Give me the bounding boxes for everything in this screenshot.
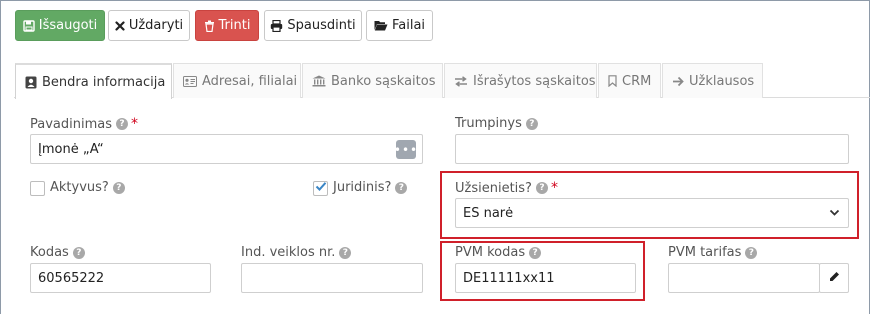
- arrow-right-icon: [672, 76, 684, 87]
- exchange-icon: [454, 75, 468, 87]
- close-button-label: Uždaryti: [128, 18, 184, 33]
- floppy-disk-icon: [23, 19, 35, 32]
- activity-no-label-text: Ind. veiklos nr.: [241, 245, 336, 260]
- required-marker: *: [550, 180, 558, 196]
- tab-label: CRM: [622, 73, 652, 89]
- folder-open-icon: [374, 20, 388, 31]
- name-label: Pavadinimas ? *: [30, 116, 138, 132]
- vat-rate-label: PVM tarifas ?: [668, 245, 758, 260]
- foreign-label-text: Užsienietis?: [455, 180, 532, 196]
- contact-card-icon: [25, 76, 37, 89]
- tab-bank-accounts[interactable]: Banko sąskaitos: [302, 63, 443, 98]
- active-label: Aktyvus? ?: [50, 180, 125, 195]
- short-name-label-text: Trumpinys: [455, 116, 522, 131]
- tab-label: Bendra informacija: [42, 74, 166, 90]
- tab-label: Užklausos: [689, 73, 755, 89]
- bank-icon: [312, 75, 326, 87]
- vat-rate-input[interactable]: [668, 263, 820, 293]
- active-label-text: Aktyvus?: [50, 180, 109, 195]
- tab-issued-invoices[interactable]: Išrašytos sąskaitos: [444, 63, 597, 98]
- vat-code-input[interactable]: DE11111xx11: [455, 263, 636, 293]
- tab-label: Išrašytos sąskaitos: [473, 73, 596, 89]
- vat-code-label: PVM kodas ?: [455, 245, 542, 260]
- vat-code-input-value: DE11111xx11: [463, 270, 555, 286]
- chevron-down-icon: [829, 207, 840, 222]
- foreign-select[interactable]: ES narė: [455, 198, 849, 228]
- short-name-input[interactable]: [455, 134, 849, 164]
- name-input-value: Įmonė „A“: [38, 141, 104, 157]
- help-icon[interactable]: ?: [529, 246, 542, 259]
- tab-inquiries[interactable]: Užklausos: [662, 63, 763, 98]
- code-input[interactable]: 60565222: [30, 263, 211, 293]
- help-icon[interactable]: ?: [745, 246, 758, 259]
- bookmark-icon: [608, 75, 617, 87]
- name-label-text: Pavadinimas: [30, 116, 112, 132]
- address-card-icon: [183, 75, 197, 87]
- delete-button-label: Trinti: [218, 18, 251, 33]
- vat-code-label-text: PVM kodas: [455, 245, 526, 260]
- close-button[interactable]: Uždaryti: [108, 10, 190, 41]
- activity-no-input[interactable]: [241, 263, 423, 293]
- more-options-button[interactable]: •••: [394, 140, 417, 159]
- edit-vat-rate-button[interactable]: [819, 263, 849, 293]
- activity-no-label: Ind. veiklos nr. ?: [241, 245, 352, 260]
- name-input[interactable]: Įmonė „A“ •••: [30, 134, 423, 164]
- tab-addresses[interactable]: Adresai, filialai: [173, 63, 301, 98]
- checkmark-icon: [315, 181, 327, 196]
- tab-general-info[interactable]: Bendra informacija: [15, 63, 172, 99]
- code-label-text: Kodas: [30, 245, 69, 260]
- short-name-label: Trumpinys ?: [455, 116, 538, 131]
- tab-label: Adresai, filialai: [202, 73, 298, 89]
- help-icon[interactable]: ?: [112, 181, 125, 194]
- legal-label: Juridinis? ?: [333, 180, 408, 195]
- legal-label-text: Juridinis?: [333, 180, 392, 195]
- print-button[interactable]: Spausdinti: [264, 10, 362, 41]
- print-button-label: Spausdinti: [287, 18, 356, 33]
- files-button-label: Failai: [391, 18, 426, 33]
- delete-button[interactable]: Trinti: [195, 10, 259, 41]
- save-button-label: Išsaugoti: [38, 18, 98, 33]
- required-marker: *: [131, 116, 138, 132]
- help-icon[interactable]: ?: [535, 182, 548, 194]
- printer-icon: [270, 19, 283, 32]
- tab-crm[interactable]: CRM: [598, 63, 661, 98]
- trash-icon: [204, 20, 215, 32]
- help-icon[interactable]: ?: [339, 246, 352, 259]
- active-checkbox[interactable]: [30, 181, 45, 196]
- foreign-select-value: ES narė: [463, 205, 514, 221]
- legal-checkbox[interactable]: [313, 181, 328, 196]
- tab-label: Banko sąskaitos: [331, 73, 436, 89]
- foreign-label: Užsienietis? ? *: [455, 180, 558, 196]
- files-button[interactable]: Failai: [366, 10, 433, 41]
- help-icon[interactable]: ?: [72, 246, 85, 259]
- pencil-icon: [829, 271, 840, 286]
- close-icon: [115, 20, 125, 31]
- help-icon[interactable]: ?: [525, 117, 538, 130]
- help-icon[interactable]: ?: [116, 118, 128, 130]
- save-button[interactable]: Išsaugoti: [15, 10, 105, 41]
- vat-rate-label-text: PVM tarifas: [668, 245, 742, 260]
- code-input-value: 60565222: [38, 270, 105, 286]
- help-icon[interactable]: ?: [395, 181, 408, 194]
- code-label: Kodas ?: [30, 245, 85, 260]
